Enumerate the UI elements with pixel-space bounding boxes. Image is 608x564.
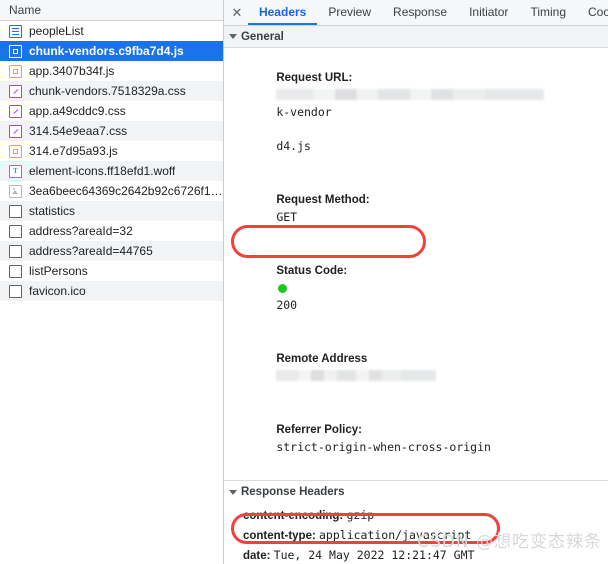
- request-url-wrap: d4.js: [276, 139, 311, 153]
- section-header-general[interactable]: General: [223, 26, 608, 48]
- section-title-general: General: [240, 30, 284, 43]
- tab-container: HeadersPreviewResponseInitiatorTimingCoo…: [247, 0, 608, 25]
- remote-address-key: Remote Address: [276, 353, 368, 365]
- request-list-item[interactable]: statistics: [0, 201, 223, 221]
- tab-cook[interactable]: Cook: [577, 0, 608, 25]
- detail-tab-bar: ✕ Headers Preview Response Initiator Timing C…: [223, 0, 608, 26]
- request-method-key: Request Method:: [276, 194, 370, 206]
- close-glyph: ✕: [231, 5, 243, 20]
- plain-file-icon: [9, 284, 22, 298]
- status-code-value: 200: [276, 298, 298, 312]
- js-file-icon: [9, 44, 22, 58]
- tab-response[interactable]: Response: [382, 0, 458, 25]
- plain-file-icon: [9, 224, 22, 238]
- request-list-item[interactable]: favicon.ico: [0, 281, 223, 301]
- request-list-item-label: statistics: [29, 203, 76, 218]
- request-list-item[interactable]: Telement-icons.ff18efd1.woff: [0, 161, 223, 181]
- request-list-item[interactable]: 314.e7d95a93.js: [0, 141, 223, 161]
- chevron-down-icon: [228, 489, 237, 495]
- request-list-item-label: element-icons.ff18efd1.woff: [29, 163, 176, 178]
- request-list-item-label: app.3407b34f.js: [29, 63, 115, 78]
- section-header-response-headers[interactable]: Response Headers: [223, 481, 608, 503]
- response-content-type-row: content-type: application/javascript: [224, 526, 608, 546]
- response-date-row: date: Tue, 24 May 2022 12:21:47 GMT: [224, 546, 608, 564]
- general-row-remote-address: Remote Address: [224, 332, 608, 403]
- referrer-policy-value: strict-origin-when-cross-origin: [276, 440, 491, 454]
- request-url-tail: k-vendor: [276, 105, 332, 119]
- close-icon[interactable]: ✕: [226, 0, 248, 25]
- response-header-rows: content-encoding: gzip content-type: appl…: [224, 503, 608, 564]
- column-header-name-label: Name: [9, 3, 42, 17]
- request-list-item[interactable]: 3ea6beec64369c2642b92c6726f1…: [0, 181, 223, 201]
- css-file-icon: [9, 124, 22, 138]
- request-list-item-label: address?areaId=32: [29, 223, 133, 238]
- js-file-icon: [9, 64, 22, 78]
- header-value: gzip: [346, 508, 375, 522]
- request-list[interactable]: peopleList chunk-vendors.c9fba7d4.js app.3…: [0, 21, 223, 564]
- request-list-item[interactable]: peopleList: [0, 21, 223, 41]
- header-key: content-encoding:: [242, 510, 347, 522]
- detail-scroll-area[interactable]: General Request URL: k-vendor d4.js Requ…: [223, 26, 608, 564]
- request-list-item[interactable]: chunk-vendors.7518329a.css: [0, 81, 223, 101]
- header-value: application/javascript: [319, 528, 472, 542]
- request-list-item-label: favicon.ico: [29, 283, 86, 298]
- request-list-item-label: app.a49cddc9.css: [29, 103, 126, 118]
- tab-initiator[interactable]: Initiator: [458, 0, 519, 25]
- js-file-icon: [9, 144, 22, 158]
- request-list-item-label: chunk-vendors.7518329a.css: [29, 83, 186, 98]
- css-file-icon: [9, 104, 22, 118]
- general-row-request-url: Request URL: k-vendor d4.js: [224, 51, 608, 173]
- section-title-response-headers: Response Headers: [240, 486, 345, 498]
- devtools-network-panel: Name peopleList chunk-vendors.c9fba7d4.js…: [0, 0, 608, 564]
- general-row-request-method: Request Method: GET: [224, 173, 608, 244]
- header-key: date:: [242, 550, 274, 562]
- image-file-icon: [9, 184, 22, 198]
- referrer-policy-key: Referrer Policy:: [276, 424, 362, 436]
- plain-file-icon: [9, 204, 22, 218]
- status-code-key: Status Code:: [276, 265, 348, 277]
- general-row-status-code: Status Code: 200: [224, 244, 608, 332]
- plain-file-icon: [9, 244, 22, 258]
- tab-timing[interactable]: Timing: [519, 0, 577, 25]
- header-key: content-type:: [242, 530, 319, 542]
- request-list-item-label: 3ea6beec64369c2642b92c6726f1…: [29, 183, 223, 198]
- status-ok-icon: [278, 284, 288, 293]
- request-url-key: Request URL:: [276, 72, 353, 84]
- request-list-item-label: address?areaId=44765: [29, 243, 153, 258]
- request-list-item-label: peopleList: [29, 23, 84, 38]
- plain-file-icon: [9, 264, 22, 278]
- request-list-item-label: listPersons: [29, 263, 88, 278]
- css-file-icon: [9, 84, 22, 98]
- general-row-referrer-policy: Referrer Policy: strict-origin-when-cros…: [224, 403, 608, 474]
- request-list-item[interactable]: chunk-vendors.c9fba7d4.js: [0, 41, 223, 61]
- request-list-item-label: 314.e7d95a93.js: [29, 143, 118, 158]
- doc-icon: [9, 24, 22, 38]
- general-rows: Request URL: k-vendor d4.js Request Meth…: [224, 48, 608, 476]
- request-list-item[interactable]: listPersons: [0, 261, 223, 281]
- request-list-column-header[interactable]: Name: [0, 0, 223, 21]
- request-method-value: GET: [276, 210, 298, 224]
- chevron-down-icon: [228, 34, 237, 39]
- font-file-icon: T: [9, 164, 22, 178]
- tab-headers[interactable]: Headers: [247, 0, 318, 25]
- request-list-item[interactable]: app.3407b34f.js: [0, 61, 223, 81]
- request-list-item[interactable]: app.a49cddc9.css: [0, 101, 223, 121]
- request-url-redacted-value: [276, 89, 545, 100]
- request-detail-panel: ✕ Headers Preview Response Initiator Timing C…: [223, 0, 608, 564]
- request-list-panel: Name peopleList chunk-vendors.c9fba7d4.js…: [0, 0, 224, 564]
- request-list-item[interactable]: address?areaId=32: [0, 221, 223, 241]
- request-list-item[interactable]: address?areaId=44765: [0, 241, 223, 261]
- request-list-item-label: chunk-vendors.c9fba7d4.js: [29, 43, 184, 58]
- header-value: Tue, 24 May 2022 12:21:47 GMT: [273, 548, 475, 562]
- request-list-item[interactable]: 314.54e9eaa7.css: [0, 121, 223, 141]
- request-list-item-label: 314.54e9eaa7.css: [29, 123, 128, 138]
- remote-address-redacted-value: [276, 370, 437, 381]
- response-content-encoding-row: content-encoding: gzip: [224, 506, 608, 526]
- tab-preview[interactable]: Preview: [317, 0, 382, 25]
